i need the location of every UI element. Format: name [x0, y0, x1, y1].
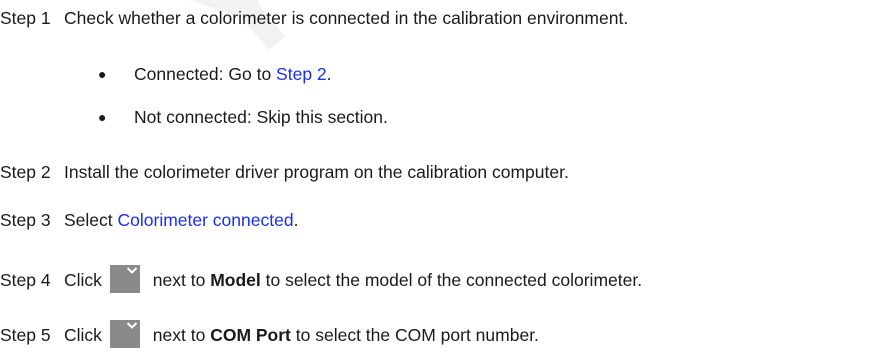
bullet-icon: ●: [98, 66, 107, 82]
step-text: to select the COM port number.: [290, 325, 539, 345]
step-3: Step 3 Select Colorimeter connected.: [0, 210, 298, 230]
bullet-text: Connected: Go to: [134, 64, 277, 84]
step-text: Install the colorimeter driver program o…: [64, 162, 569, 182]
step-text: next to: [147, 325, 211, 345]
bullet-icon: ●: [98, 109, 107, 125]
step-2-link[interactable]: Step 2: [276, 64, 327, 84]
bullet-text: Not connected: Skip this section.: [134, 107, 388, 127]
dropdown-button[interactable]: [109, 320, 140, 348]
step-text: Check whether a colorimeter is connected…: [64, 8, 629, 28]
step-number: Step 5: [0, 325, 51, 345]
punctuation: .: [293, 210, 299, 230]
step-2: Step 2 Install the colorimeter driver pro…: [0, 162, 569, 182]
chevron-down-icon: [126, 322, 138, 329]
step-number: Step 2: [0, 162, 51, 182]
step-1: Step 1 Check whether a colorimeter is con…: [0, 8, 628, 28]
step-5: Step 5 Click next to COM Port to select t…: [0, 320, 539, 348]
model-label: Model: [210, 270, 261, 290]
click-label: Click: [64, 270, 102, 290]
chevron-down-icon: [126, 267, 138, 274]
bullet-connected: ● Connected: Go to Step 2.: [98, 64, 332, 84]
step-text: Select: [64, 210, 118, 230]
step-number: Step 3: [0, 210, 51, 230]
punctuation: .: [326, 64, 332, 84]
step-text: next to: [147, 270, 211, 290]
step-number: Step 4: [0, 270, 51, 290]
dropdown-button[interactable]: [109, 265, 140, 293]
step-text: to select the model of the connected col…: [260, 270, 643, 290]
click-label: Click: [64, 325, 102, 345]
step-4: Step 4 Click next to Model to select the …: [0, 265, 642, 293]
colorimeter-connected-link[interactable]: Colorimeter connected: [118, 210, 294, 230]
step-number: Step 1: [0, 8, 51, 28]
bullet-not-connected: ● Not connected: Skip this section.: [98, 107, 388, 127]
com-port-label: COM Port: [210, 325, 291, 345]
